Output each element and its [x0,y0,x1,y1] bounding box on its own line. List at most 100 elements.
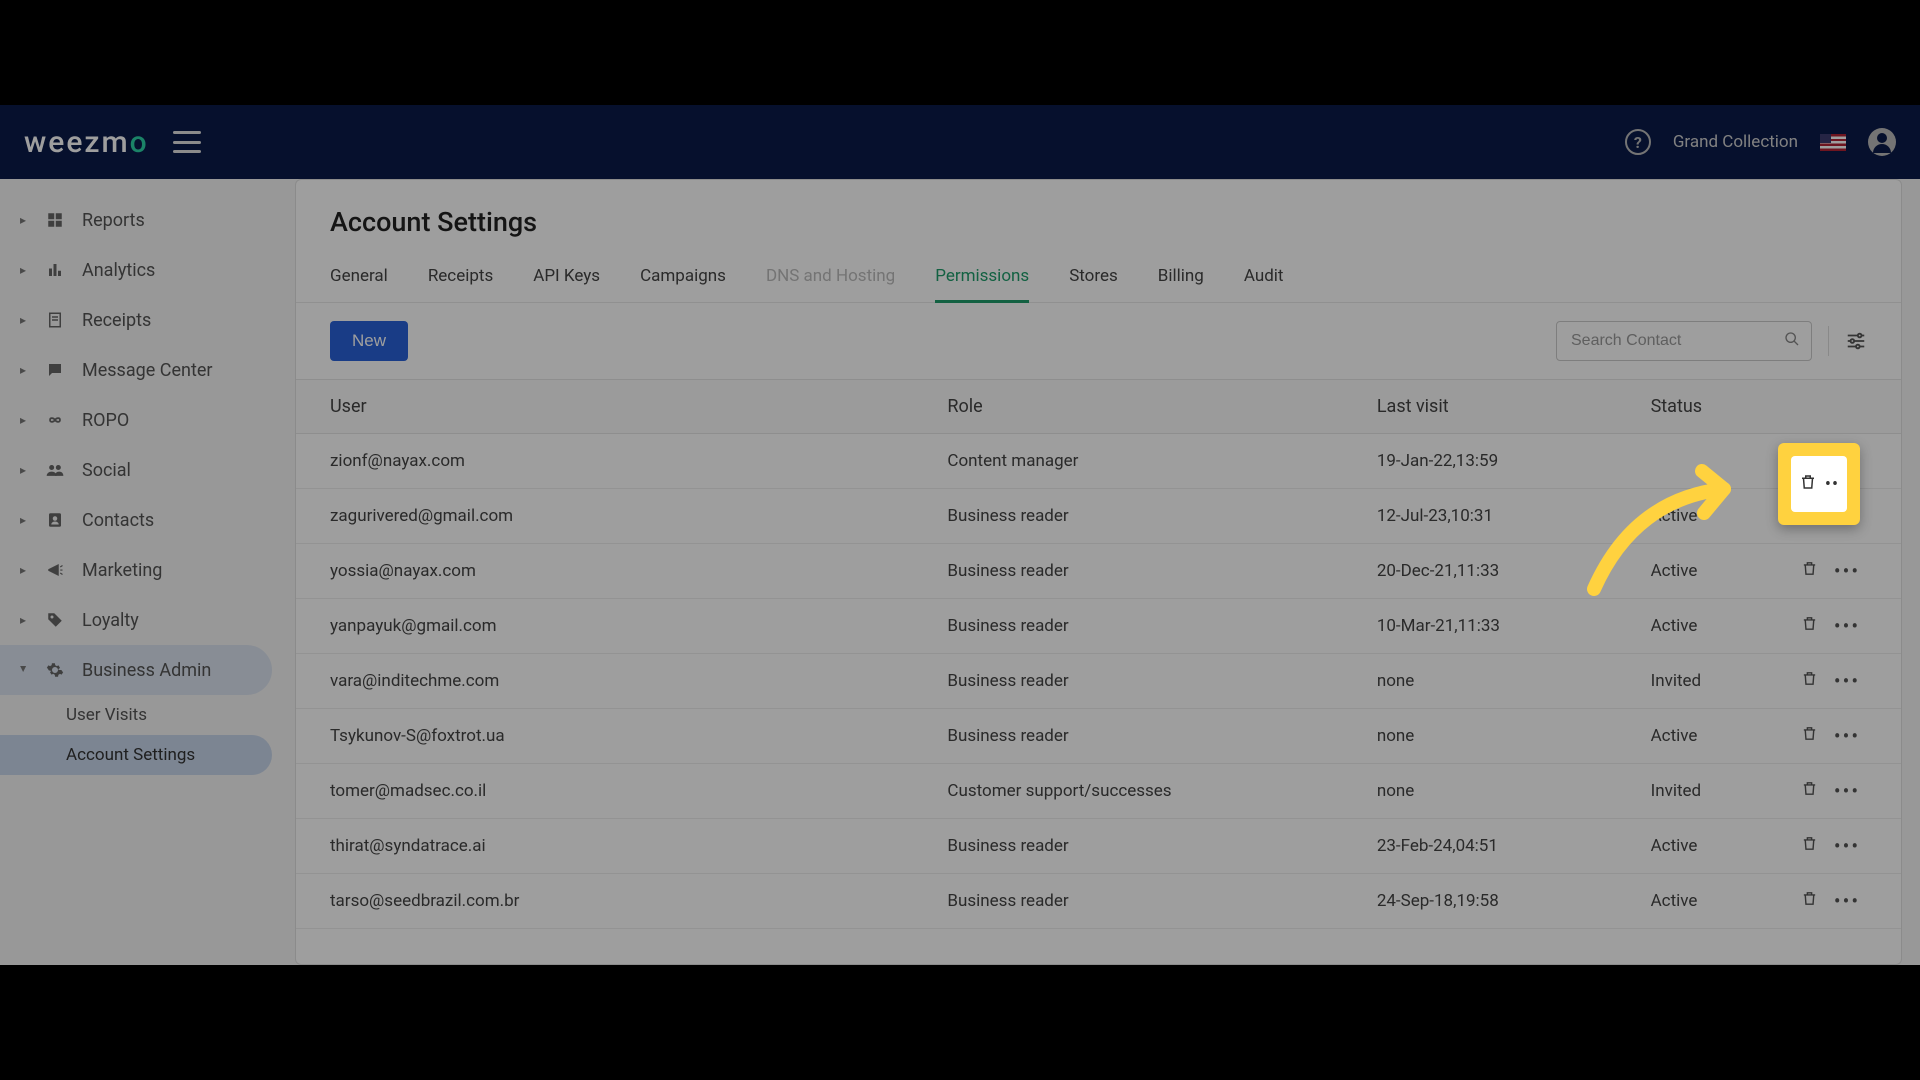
table-row[interactable]: tarso@seedbrazil.com.brBusiness reader24… [296,874,1901,929]
sidebar-sub-user-visits[interactable]: User Visits [0,695,280,735]
more-icon[interactable]: ••• [1834,616,1860,636]
table-row[interactable]: yanpayuk@gmail.comBusiness reader10-Mar-… [296,599,1901,654]
cell-user: thirat@syndatrace.ai [296,819,929,874]
sidebar-item-analytics[interactable]: ▸ Analytics [0,245,280,295]
col-header-actions [1783,380,1901,434]
new-button[interactable]: New [330,321,408,361]
sidebar-sub-label: User Visits [66,705,147,725]
sidebar-sub-account-settings[interactable]: Account Settings [0,735,272,775]
cell-status: Active [1633,599,1783,654]
trash-icon[interactable] [1801,890,1818,912]
receipt-icon [44,309,66,331]
table-row[interactable]: yossia@nayax.comBusiness reader20-Dec-21… [296,544,1901,599]
help-icon[interactable]: ? [1625,129,1651,155]
sidebar-item-label: ROPO [82,410,129,431]
tab-permissions[interactable]: Permissions [935,256,1029,302]
cell-user: Tsykunov-S@foxtrot.ua [296,709,929,764]
cell-last-visit: 23-Feb-24,04:51 [1359,819,1633,874]
brand-logo: weezmo [24,125,149,160]
trash-icon[interactable] [1799,473,1817,495]
cell-last-visit: 20-Dec-21,11:33 [1359,544,1633,599]
sidebar-item-ropo[interactable]: ▸ ROPO [0,395,280,445]
cell-actions: ••• [1783,874,1901,929]
search-icon [1784,331,1800,351]
account-name[interactable]: Grand Collection [1673,132,1798,152]
menu-toggle-icon[interactable] [173,131,201,153]
sidebar-item-label: Marketing [82,560,162,581]
tab-stores[interactable]: Stores [1069,256,1118,302]
more-icon[interactable]: ••• [1834,781,1860,801]
sidebar-item-message-center[interactable]: ▸ Message Center [0,345,280,395]
trash-icon[interactable] [1801,835,1818,857]
more-icon[interactable]: ••• [1834,891,1860,911]
tab-billing[interactable]: Billing [1158,256,1204,302]
cell-last-visit: none [1359,654,1633,709]
chevron-right-icon: ▸ [20,263,28,277]
search-input[interactable] [1556,321,1812,361]
trash-icon[interactable] [1801,560,1818,582]
brand-text: weezm [24,125,130,160]
cell-user: tomer@madsec.co.il [296,764,929,819]
cell-role: Business reader [929,654,1358,709]
trash-icon[interactable] [1801,780,1818,802]
cell-role: Business reader [929,544,1358,599]
tab-api-keys[interactable]: API Keys [533,256,600,302]
table-toolbar: New [296,303,1901,379]
cell-last-visit: none [1359,764,1633,819]
tab-dns-hosting: DNS and Hosting [766,256,895,302]
filter-settings-icon[interactable] [1845,330,1867,352]
sidebar-item-reports[interactable]: ▸ Reports [0,195,280,245]
topbar-right: ? Grand Collection [1625,128,1896,156]
row-actions-highlighted: •• [1791,456,1847,512]
table-row[interactable]: vara@inditechme.comBusiness readernoneIn… [296,654,1901,709]
col-header-role[interactable]: Role [929,380,1358,434]
table-row[interactable]: Tsykunov-S@foxtrot.uaBusiness readernone… [296,709,1901,764]
trash-icon[interactable] [1801,725,1818,747]
sidebar-item-social[interactable]: ▸ Social [0,445,280,495]
topbar: weezmo ? Grand Collection [0,105,1920,179]
locale-flag-icon[interactable] [1820,134,1846,151]
sidebar-item-marketing[interactable]: ▸ Marketing [0,545,280,595]
sidebar-item-label: Receipts [82,310,151,331]
cell-last-visit: 19-Jan-22,13:59 [1359,434,1633,489]
cell-status: Active [1633,544,1783,599]
cell-actions: ••• [1783,764,1901,819]
tab-receipts[interactable]: Receipts [428,256,493,302]
table-row[interactable]: tomer@madsec.co.ilCustomer support/succe… [296,764,1901,819]
more-icon[interactable]: •• [1825,474,1839,495]
tab-general[interactable]: General [330,256,388,302]
cell-user: zionf@nayax.com [296,434,929,489]
tab-campaigns[interactable]: Campaigns [640,256,726,302]
cell-actions: ••• [1783,544,1901,599]
trash-icon[interactable] [1801,670,1818,692]
sidebar-item-contacts[interactable]: ▸ Contacts [0,495,280,545]
more-icon[interactable]: ••• [1834,726,1860,746]
more-icon[interactable]: ••• [1834,671,1860,691]
col-header-last-visit[interactable]: Last visit [1359,380,1633,434]
chevron-right-icon: ▸ [20,213,28,227]
tabs: General Receipts API Keys Campaigns DNS … [296,256,1901,303]
more-icon[interactable]: ••• [1834,561,1860,581]
more-icon[interactable]: ••• [1834,836,1860,856]
table-row[interactable]: zionf@nayax.comContent manager19-Jan-22,… [296,434,1901,489]
table-header-row: User Role Last visit Status [296,380,1901,434]
table-row[interactable]: zagurivered@gmail.comBusiness reader12-J… [296,489,1901,544]
table-row[interactable]: thirat@syndatrace.aiBusiness reader23-Fe… [296,819,1901,874]
sidebar-item-receipts[interactable]: ▸ Receipts [0,295,280,345]
cell-user: yossia@nayax.com [296,544,929,599]
cell-role: Business reader [929,819,1358,874]
col-header-status[interactable]: Status [1633,380,1783,434]
sidebar-item-loyalty[interactable]: ▸ Loyalty [0,595,280,645]
chevron-right-icon: ▸ [20,363,28,377]
cell-last-visit: 12-Jul-23,10:31 [1359,489,1633,544]
sidebar-item-label: Contacts [82,510,154,531]
trash-icon[interactable] [1801,615,1818,637]
col-header-user[interactable]: User [296,380,929,434]
tab-audit[interactable]: Audit [1244,256,1284,302]
user-avatar-icon[interactable] [1868,128,1896,156]
cell-actions: ••• [1783,654,1901,709]
page-title: Account Settings [296,206,1901,256]
sidebar-item-business-admin[interactable]: ▸ Business Admin [0,645,272,695]
cell-actions: ••• [1783,709,1901,764]
sidebar-item-label: Social [82,460,131,481]
